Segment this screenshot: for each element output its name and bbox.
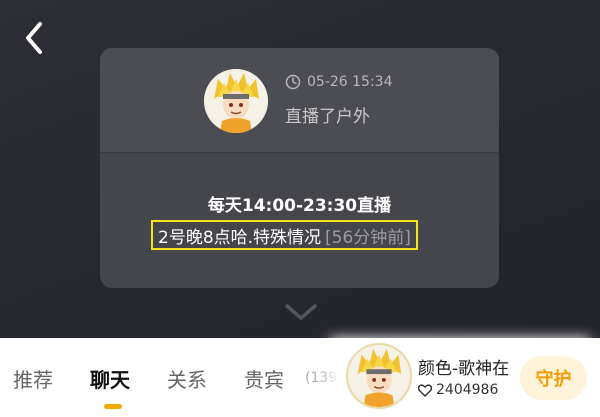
- anime-avatar-icon: [348, 345, 410, 407]
- clock-icon: [285, 74, 301, 90]
- live-room-background: 05-26 15:34 直播了户外 每天14:00-23:30直播 2号晚8点哈…: [0, 0, 600, 338]
- card-header: 05-26 15:34 直播了户外: [100, 48, 499, 153]
- host-info-panel: 颜色-歌神在 2404986 守护: [340, 338, 600, 417]
- tab-relations[interactable]: 关系: [167, 364, 207, 393]
- streamer-notice-card: 05-26 15:34 直播了户外 每天14:00-23:30直播 2号晚8点哈…: [100, 48, 499, 288]
- chevron-down-icon: [285, 304, 317, 320]
- heart-icon: [418, 383, 432, 397]
- notice-highlight: 2号晚8点哈.特殊情况 [56分钟前]: [151, 220, 418, 250]
- active-tab-indicator: [104, 404, 122, 409]
- host-fans-row: 2404986: [418, 382, 498, 398]
- tab-vip[interactable]: 贵宾: [244, 364, 284, 393]
- host-avatar[interactable]: [346, 343, 412, 409]
- collapse-button[interactable]: [281, 300, 321, 324]
- anime-avatar-icon: [204, 69, 268, 133]
- host-name: 颜色-歌神在: [418, 359, 510, 379]
- back-arrow-icon: [26, 22, 42, 54]
- notice-text: 2号晚8点哈.特殊情况: [158, 227, 322, 248]
- tab-chat[interactable]: 聊天: [90, 364, 130, 393]
- back-button[interactable]: [14, 18, 54, 58]
- schedule-text: 每天14:00-23:30直播: [207, 196, 392, 216]
- bottom-tab-bar: 推荐 聊天 关系 贵宾 (139 颜色-歌神在 2404986 守护: [0, 338, 600, 417]
- tab-recommend[interactable]: 推荐: [13, 364, 53, 393]
- notice-time: [56分钟前]: [325, 227, 411, 248]
- post-time-row: 05-26 15:34: [285, 74, 392, 90]
- vip-count: (139: [305, 370, 338, 386]
- guard-button[interactable]: 守护: [520, 356, 587, 400]
- host-fans-count: 2404986: [436, 382, 499, 398]
- streamer-avatar[interactable]: [204, 69, 268, 133]
- post-timestamp: 05-26 15:34: [307, 74, 393, 90]
- live-status-text: 直播了户外: [285, 107, 370, 127]
